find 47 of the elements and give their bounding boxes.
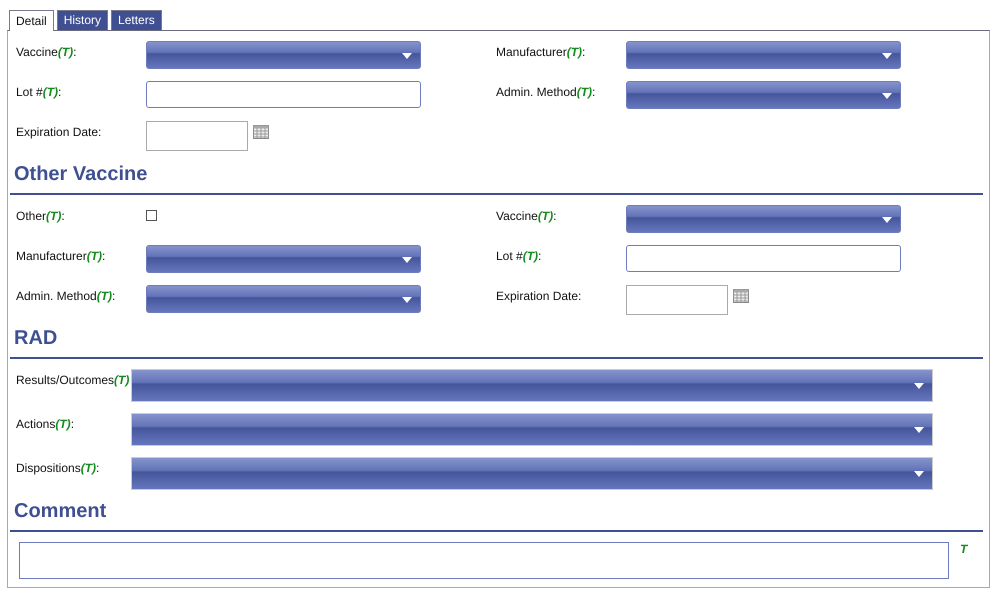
field-label: Lot #(T): xyxy=(496,248,542,265)
date-field[interactable] xyxy=(146,121,248,151)
dropdown[interactable] xyxy=(146,285,421,313)
tab[interactable]: Letters xyxy=(111,10,162,30)
calendar-icon[interactable] xyxy=(733,289,749,303)
caret-icon xyxy=(914,471,924,477)
dropdown[interactable] xyxy=(626,41,901,69)
dropdown[interactable] xyxy=(131,457,933,490)
date-field[interactable] xyxy=(626,285,728,315)
field-label: Expiration Date: xyxy=(496,288,582,305)
field-label: Manufacturer(T): xyxy=(496,44,586,61)
dropdown[interactable] xyxy=(626,81,901,109)
caret-icon xyxy=(914,427,924,433)
dropdown[interactable] xyxy=(146,245,421,273)
translate-mark: T xyxy=(960,542,968,558)
caret-icon xyxy=(402,257,412,263)
section-heading: Other Vaccine xyxy=(10,163,983,195)
field-label: Lot #(T): xyxy=(16,84,62,101)
field-label: Other(T): xyxy=(16,208,66,225)
field-label: Expiration Date: xyxy=(16,124,102,141)
caret-icon xyxy=(402,53,412,59)
caret-icon xyxy=(882,53,892,59)
caret-icon xyxy=(882,93,892,99)
field-label: Vaccine(T): xyxy=(16,44,78,61)
input-field[interactable] xyxy=(146,81,421,108)
field-label: Results/Outcomes(T) xyxy=(16,372,130,389)
field-label: Admin. Method(T): xyxy=(16,288,116,305)
tab[interactable]: Detail xyxy=(9,10,54,31)
calendar-icon[interactable] xyxy=(253,125,269,139)
dropdown[interactable] xyxy=(146,41,421,69)
dropdown[interactable] xyxy=(131,413,933,446)
field-label: Vaccine(T): xyxy=(496,208,558,225)
section-heading: Comment xyxy=(10,500,983,532)
comment-field[interactable] xyxy=(19,542,949,579)
caret-icon xyxy=(914,383,924,389)
caret-icon xyxy=(402,297,412,303)
field-label: Dispositions(T): xyxy=(16,460,100,477)
dropdown[interactable] xyxy=(626,205,901,233)
field-label: Actions(T): xyxy=(16,416,76,433)
section-heading: RAD xyxy=(10,327,983,359)
checkbox[interactable] xyxy=(146,210,157,221)
input-field[interactable] xyxy=(626,245,901,272)
tab[interactable]: History xyxy=(56,10,108,30)
field-label: Manufacturer(T): xyxy=(16,248,106,265)
field-label: Admin. Method(T): xyxy=(496,84,596,101)
caret-icon xyxy=(882,217,892,223)
dropdown[interactable] xyxy=(131,369,933,402)
